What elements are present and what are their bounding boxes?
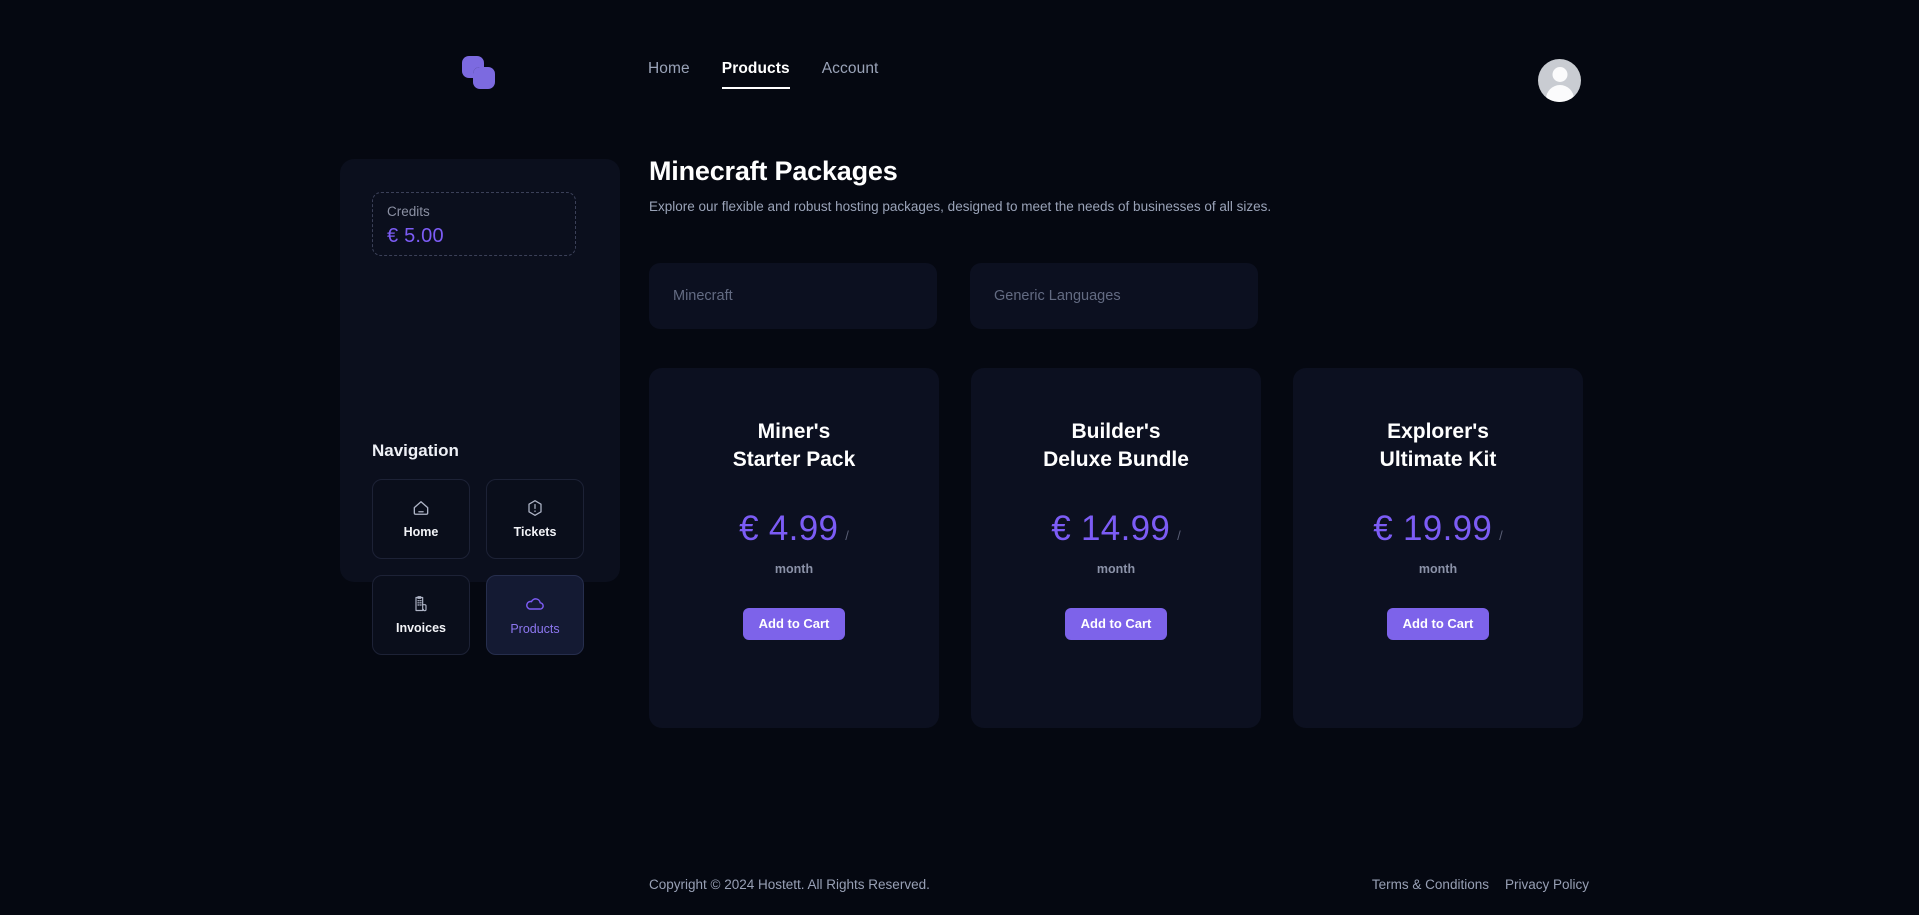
pricing-card-row: Miner's Starter Pack € 4.99 / month Add … [649, 368, 1583, 728]
credits-card: Credits € 5.00 [372, 192, 576, 256]
add-to-cart-wrapper: Add to Cart [971, 608, 1261, 640]
avatar-head [1552, 67, 1567, 82]
pricing-amount-row: € 4.99 / [649, 508, 939, 550]
page-subtitle: Explore our flexible and robust hosting … [649, 199, 1272, 214]
category-card-generic-languages[interactable]: Generic Languages [970, 263, 1258, 329]
pricing-slash: / [1177, 528, 1181, 543]
pricing-slash: / [845, 528, 849, 543]
pricing-card-miners-starter-pack: Miner's Starter Pack € 4.99 / month Add … [649, 368, 939, 728]
credits-value: € 5.00 [387, 225, 444, 247]
pricing-card-title: Explorer's Ultimate Kit [1293, 418, 1583, 474]
pricing-period: month [1096, 562, 1136, 576]
add-to-cart-wrapper: Add to Cart [649, 608, 939, 640]
pricing-amount: € 19.99 [1373, 509, 1493, 548]
category-label-generic-languages: Generic Languages [994, 288, 1121, 304]
sidebar-item-products[interactable]: Products [486, 575, 584, 655]
nav-item-account[interactable]: Account [822, 60, 879, 89]
category-card-minecraft[interactable]: Minecraft [649, 263, 937, 329]
overlapping-squares-logo[interactable] [462, 56, 496, 90]
sidebar-item-label-invoices: Invoices [395, 621, 447, 635]
user-avatar[interactable] [1538, 59, 1581, 102]
pricing-card-title-line2: Deluxe Bundle [1043, 448, 1189, 471]
sidebar-item-label-home: Home [403, 525, 439, 539]
nav-item-home[interactable]: Home [648, 60, 690, 89]
sidebar-item-home[interactable]: Home [372, 479, 470, 559]
pricing-card-title-line2: Ultimate Kit [1379, 448, 1497, 471]
pricing-card-title-line2: Starter Pack [732, 448, 856, 471]
pricing-amount: € 4.99 [739, 509, 839, 548]
cloud-icon [524, 593, 546, 615]
sidebar-item-tickets[interactable]: Tickets [486, 479, 584, 559]
category-label-minecraft: Minecraft [673, 288, 733, 304]
site-header: Home Products Account [0, 0, 1919, 122]
pricing-card-title-line1: Miner's [757, 420, 831, 443]
site-footer: Copyright © 2024 Hostett. All Rights Res… [0, 860, 1919, 915]
add-to-cart-button[interactable]: Add to Cart [1386, 608, 1490, 640]
sidebar-navigation-grid: Home Tickets Invoices Products [372, 479, 584, 655]
main-content: Minecraft Packages Explore our flexible … [649, 155, 1583, 728]
pricing-amount: € 14.99 [1051, 509, 1171, 548]
pricing-period: month [774, 562, 814, 576]
house-icon [411, 498, 431, 518]
pricing-period: month [1418, 562, 1458, 576]
sidebar-item-invoices[interactable]: Invoices [372, 575, 470, 655]
sidebar-navigation-heading: Navigation [372, 441, 459, 460]
avatar-body [1545, 85, 1574, 102]
add-to-cart-button[interactable]: Add to Cart [1064, 608, 1168, 640]
pricing-card-title-line1: Explorer's [1387, 420, 1489, 443]
footer-copyright: Copyright © 2024 Hostett. All Rights Res… [649, 877, 930, 892]
credits-label: Credits [387, 204, 430, 219]
footer-link-group: Terms & Conditions Privacy Policy [1372, 876, 1589, 893]
page-title: Minecraft Packages [649, 156, 898, 186]
alert-hexagon-icon [525, 498, 545, 518]
add-to-cart-button[interactable]: Add to Cart [742, 608, 846, 640]
primary-navigation: Home Products Account [648, 60, 878, 89]
category-tab-row: Minecraft Generic Languages [649, 263, 1258, 329]
footer-link-privacy[interactable]: Privacy Policy [1505, 876, 1589, 893]
pricing-card-title: Miner's Starter Pack [649, 418, 939, 474]
sidebar-item-label-products: Products [510, 622, 560, 636]
logo-square-front [473, 67, 495, 89]
pricing-amount-row: € 19.99 / [1293, 508, 1583, 550]
nav-item-products[interactable]: Products [721, 60, 790, 89]
pricing-card-title-line1: Builder's [1071, 420, 1161, 443]
receipt-icon [411, 594, 431, 614]
pricing-slash: / [1499, 528, 1503, 543]
sidebar-panel: Credits € 5.00 Navigation Home Tickets I… [340, 159, 620, 655]
pricing-amount-row: € 14.99 / [971, 508, 1261, 550]
pricing-card-builders-deluxe-bundle: Builder's Deluxe Bundle € 14.99 / month … [971, 368, 1261, 728]
footer-link-terms[interactable]: Terms & Conditions [1372, 876, 1489, 893]
pricing-card-explorers-ultimate-kit: Explorer's Ultimate Kit € 19.99 / month … [1293, 368, 1583, 728]
pricing-card-title: Builder's Deluxe Bundle [971, 418, 1261, 474]
sidebar-item-label-tickets: Tickets [513, 525, 557, 539]
add-to-cart-wrapper: Add to Cart [1293, 608, 1583, 640]
